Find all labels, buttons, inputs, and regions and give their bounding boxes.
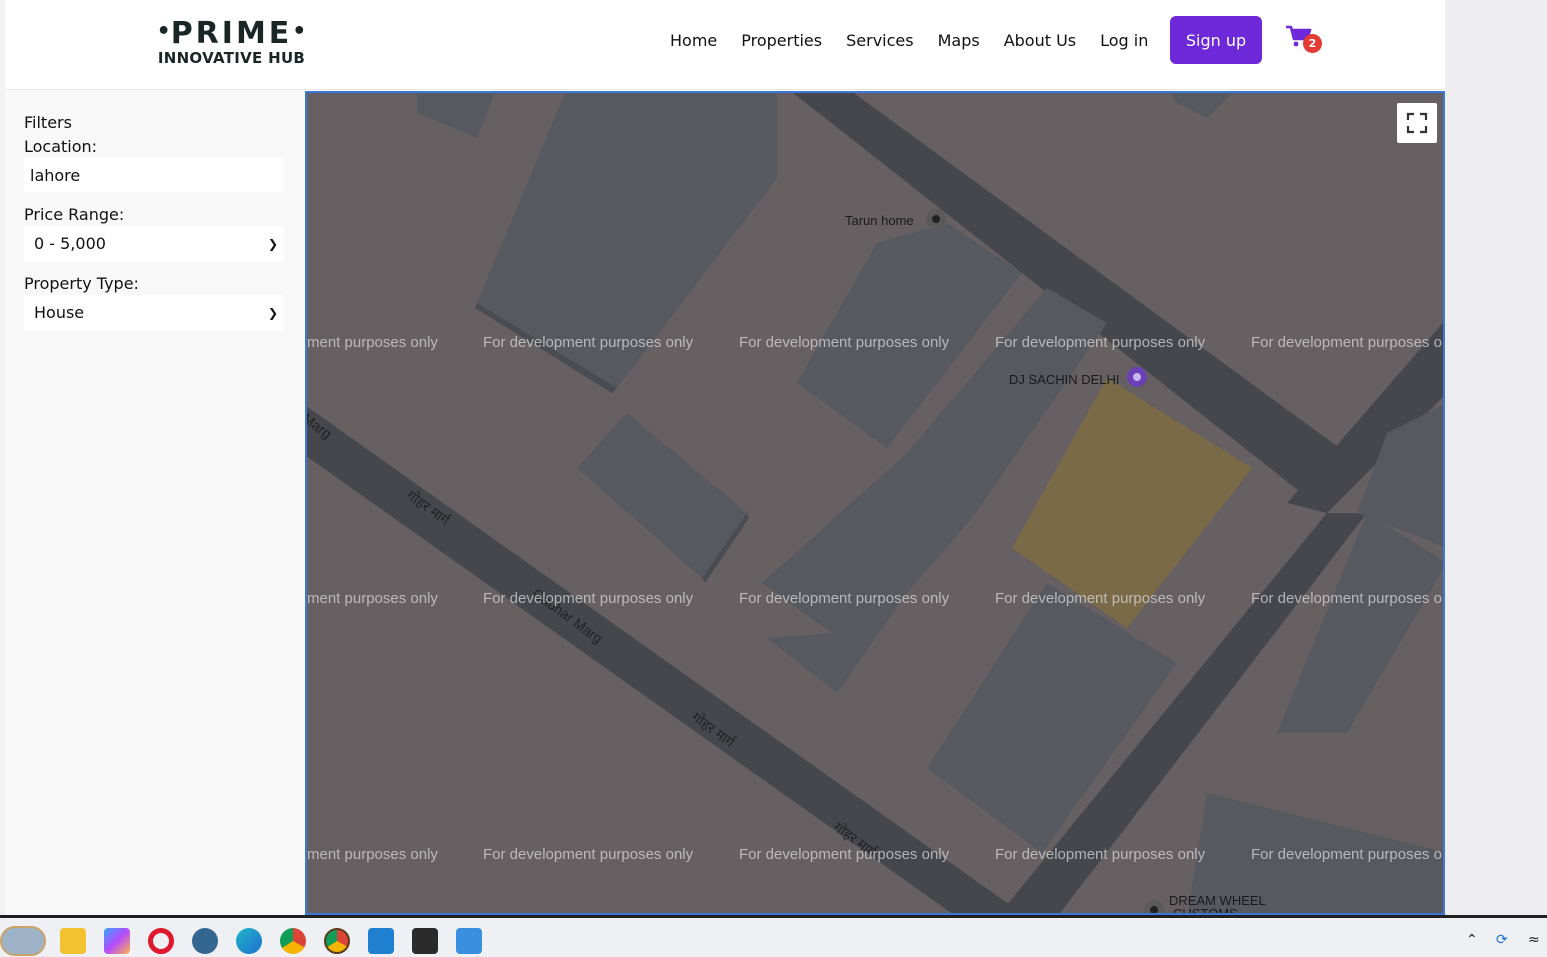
- chevron-up-icon[interactable]: ⌃: [1466, 932, 1478, 948]
- opera-icon[interactable]: [148, 928, 174, 954]
- chevron-down-icon: ❯: [267, 306, 278, 320]
- file-explorer-icon[interactable]: [60, 928, 86, 954]
- price-range-value: 0 - 5,000: [34, 234, 106, 253]
- chevron-down-icon: ❯: [267, 237, 278, 251]
- price-range-select[interactable]: 0 - 5,000 ❯: [24, 226, 284, 262]
- map-watermark: For development purposes only: [483, 590, 694, 607]
- nav-properties[interactable]: Properties: [741, 31, 822, 50]
- property-type-label: Property Type:: [24, 274, 139, 293]
- map-watermark: For development purposes only: [995, 334, 1206, 351]
- cart-button[interactable]: 2: [1285, 24, 1325, 56]
- fullscreen-button[interactable]: [1397, 103, 1437, 143]
- poi-label[interactable]: DJ SACHIN DELHI: [1009, 372, 1120, 387]
- map-watermark: For development purposes o: [1251, 334, 1442, 351]
- map-watermark: For development purposes only: [483, 846, 694, 863]
- sync-icon[interactable]: ⟳: [1496, 932, 1508, 948]
- main-nav: Home Properties Services Maps About Us L…: [670, 0, 1172, 80]
- terminal-icon[interactable]: [412, 928, 438, 954]
- wifi-icon[interactable]: ≈: [1528, 932, 1540, 948]
- browser-page: •PRIME• INNOVATIVE HUB Home Properties S…: [5, 0, 1445, 915]
- map-pin-icon: [926, 209, 946, 229]
- notepad-icon[interactable]: [456, 928, 482, 954]
- map-watermark: For development purposes o: [1251, 590, 1442, 607]
- map-watermark: ment purposes only: [307, 590, 438, 607]
- os-taskbar: ⌃ ⟳ ≈: [0, 915, 1547, 957]
- copilot-icon[interactable]: [104, 928, 130, 954]
- building: [1170, 93, 1232, 118]
- price-range-label: Price Range:: [24, 205, 125, 224]
- nav-about-us[interactable]: About Us: [1004, 31, 1076, 50]
- location-label: Location:: [24, 137, 98, 156]
- location-input[interactable]: [24, 158, 284, 192]
- building: [927, 583, 1177, 853]
- map-thumbnail-icon[interactable]: [0, 926, 46, 956]
- postgres-icon[interactable]: [192, 928, 218, 954]
- chrome-dev-icon[interactable]: [324, 928, 350, 954]
- page-gutter: [1445, 0, 1547, 915]
- filters-title: Filters: [24, 113, 72, 132]
- nav-maps[interactable]: Maps: [938, 31, 980, 50]
- map-view[interactable]: Tarun home DJ SACHIN DELHI DREAM WHEEL C…: [305, 91, 1445, 915]
- property-type-select[interactable]: House ❯: [24, 295, 284, 331]
- site-header: •PRIME• INNOVATIVE HUB Home Properties S…: [5, 0, 1445, 90]
- map-watermark: ment purposes only: [307, 334, 438, 351]
- logo-line-2: INNOVATIVE HUB: [157, 49, 306, 67]
- sign-up-button[interactable]: Sign up: [1170, 16, 1262, 64]
- map-pin-icon: [1144, 900, 1164, 913]
- map-watermark: For development purposes only: [739, 846, 950, 863]
- filters-sidebar: Filters Location: Price Range: 0 - 5,000…: [5, 91, 305, 915]
- nav-log-in[interactable]: Log in: [1100, 31, 1148, 50]
- poi-label[interactable]: CUSTOMS: [1173, 906, 1238, 913]
- map-watermark: For development purposes o: [1251, 846, 1442, 863]
- map-watermark: For development purposes only: [739, 334, 950, 351]
- vscode-icon[interactable]: [368, 928, 394, 954]
- edge-icon[interactable]: [236, 928, 262, 954]
- nav-home[interactable]: Home: [670, 31, 717, 50]
- cart-count-badge: 2: [1303, 34, 1322, 53]
- building: [417, 93, 495, 138]
- map-watermark: For development purposes only: [995, 846, 1206, 863]
- nav-services[interactable]: Services: [846, 31, 913, 50]
- map-watermark: ment purposes only: [307, 846, 438, 863]
- map-watermark: For development purposes only: [483, 334, 694, 351]
- map-watermark: For development purposes only: [739, 590, 950, 607]
- property-type-value: House: [34, 303, 85, 322]
- map-pin-icon: [1127, 367, 1147, 387]
- chrome-icon[interactable]: [280, 928, 306, 954]
- brand-logo[interactable]: •PRIME• INNOVATIVE HUB: [149, 16, 314, 68]
- logo-line-1: •PRIME•: [156, 16, 307, 51]
- fullscreen-icon: [1406, 112, 1428, 134]
- map-watermark: For development purposes only: [995, 590, 1206, 607]
- poi-label[interactable]: Tarun home: [845, 213, 914, 228]
